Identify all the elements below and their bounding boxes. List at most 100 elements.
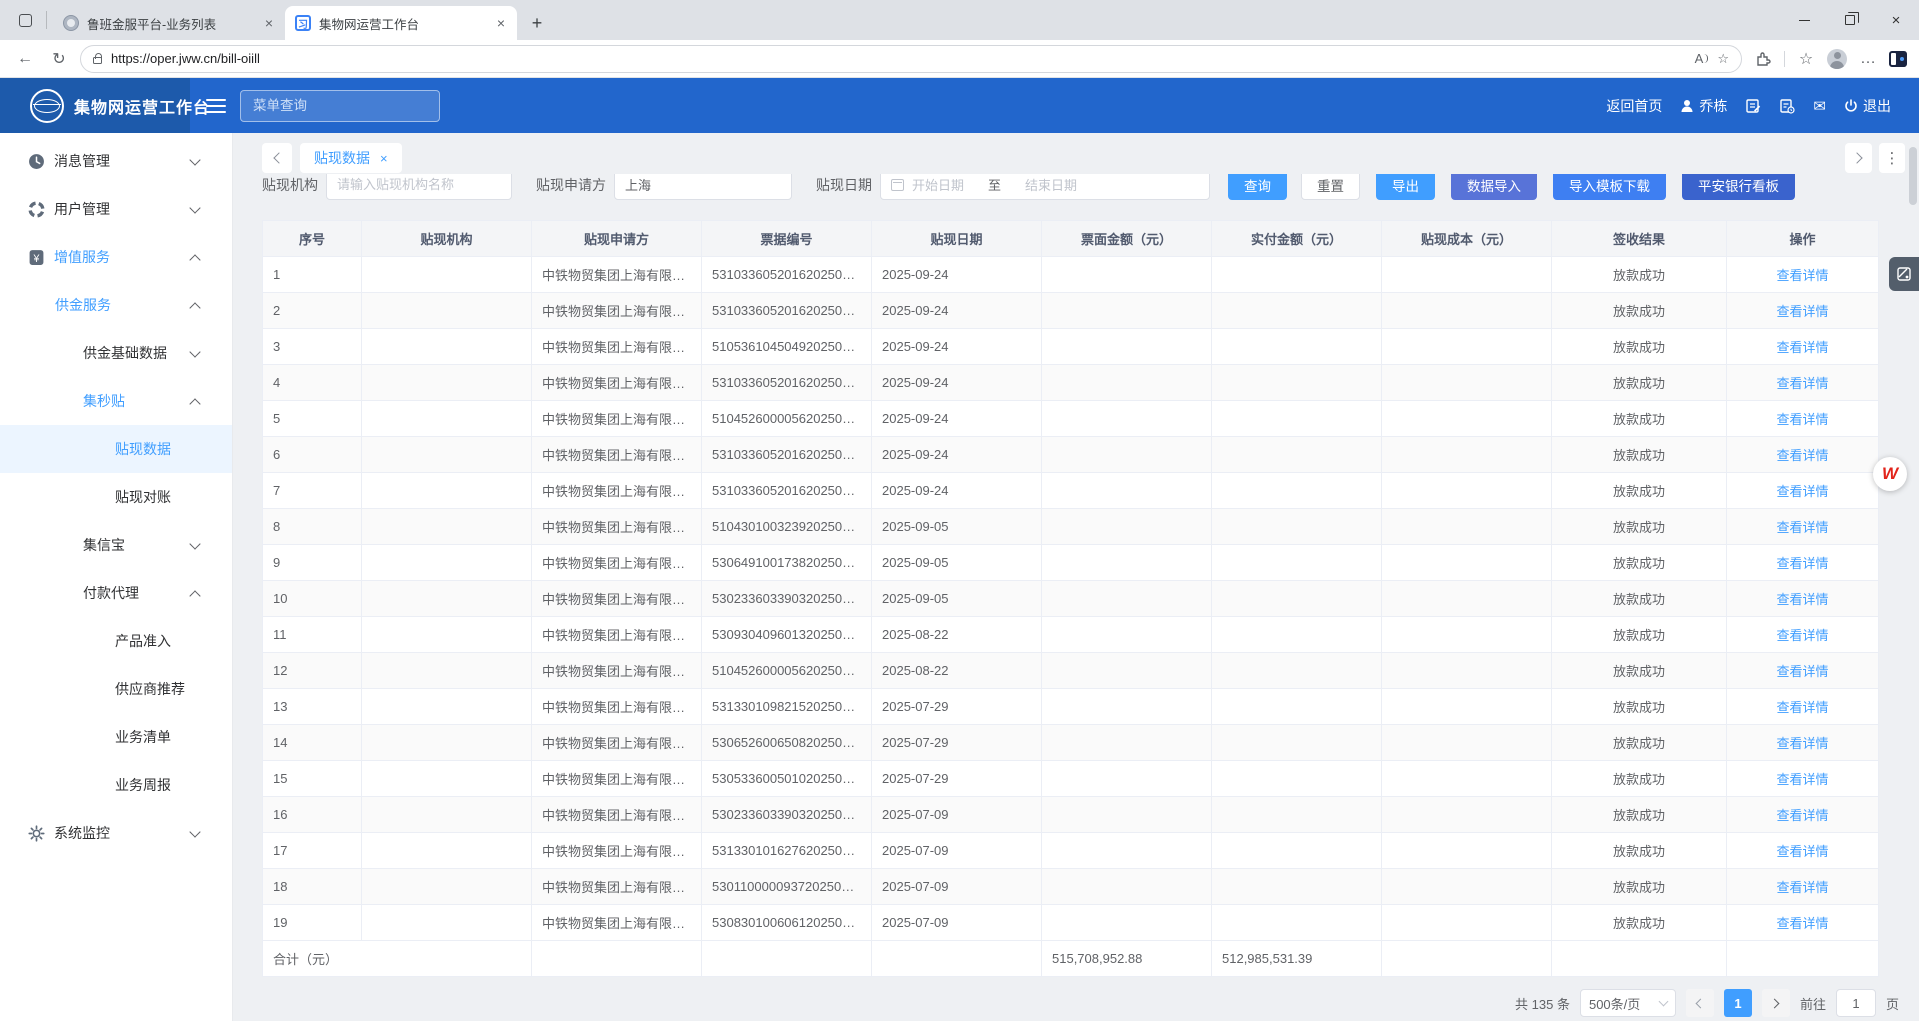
data-import-button[interactable]: 数据导入 (1451, 174, 1537, 200)
page-1-button[interactable]: 1 (1724, 989, 1752, 1017)
view-detail-link[interactable]: 查看详情 (1776, 340, 1828, 355)
workspace-tab-close-icon[interactable]: × (380, 151, 388, 166)
view-detail-link[interactable]: 查看详情 (1776, 268, 1828, 283)
doc-clock-icon[interactable] (1779, 98, 1795, 114)
read-aloud-icon[interactable]: A (1695, 51, 1709, 66)
view-detail-link[interactable]: 查看详情 (1776, 520, 1828, 535)
sidebar-item-4[interactable]: 供金服务 (0, 281, 232, 329)
back-button[interactable]: ← (12, 46, 38, 72)
date-range-picker[interactable]: 开始日期 至 结束日期 (880, 174, 1210, 200)
window-close-button[interactable]: × (1873, 0, 1919, 40)
tab-close-icon[interactable]: × (263, 15, 275, 31)
new-tab-button[interactable]: + (523, 9, 551, 37)
menu-search-input[interactable] (241, 98, 440, 113)
cell-org (362, 905, 532, 941)
sidebar-item-3[interactable]: ¥ 增值服务 (0, 233, 232, 281)
cell-index: 10 (263, 581, 362, 617)
tab-scroll-left-button[interactable] (262, 143, 292, 173)
profile-avatar[interactable] (1827, 49, 1847, 69)
refresh-button[interactable]: ↻ (46, 46, 72, 72)
cell-cost (1382, 329, 1552, 365)
power-icon (1844, 99, 1858, 113)
goto-page-input[interactable] (1836, 989, 1876, 1017)
sidebar-item-2[interactable]: 用户管理 (0, 185, 232, 233)
sidebar-item-9[interactable]: 集信宝 (0, 521, 232, 569)
view-detail-link[interactable]: 查看详情 (1776, 592, 1828, 607)
mail-icon[interactable]: ✉ (1813, 97, 1826, 115)
import-template-download-button[interactable]: 导入模板下载 (1553, 174, 1666, 200)
tab-close-icon[interactable]: × (495, 15, 507, 31)
doc-edit-icon[interactable] (1745, 98, 1761, 114)
sidebar-item-5[interactable]: 供金基础数据 (0, 329, 232, 377)
view-detail-link[interactable]: 查看详情 (1776, 556, 1828, 571)
next-page-button[interactable] (1762, 989, 1790, 1017)
cell-paid-amount (1212, 365, 1382, 401)
sidebar-item-15[interactable]: 系统监控 (0, 809, 232, 857)
org-filter-input[interactable] (326, 174, 512, 200)
view-detail-link[interactable]: 查看详情 (1776, 664, 1828, 679)
view-detail-link[interactable]: 查看详情 (1776, 916, 1828, 931)
view-detail-link[interactable]: 查看详情 (1776, 736, 1828, 751)
view-detail-link[interactable]: 查看详情 (1776, 304, 1828, 319)
table-row: 7 中铁物贸集团上海有限公司 531033605201620250911... … (263, 473, 1879, 509)
chevron-icon (189, 254, 200, 265)
sidebar-item-6[interactable]: 集秒贴 (0, 377, 232, 425)
favorite-star-icon[interactable]: ☆ (1717, 51, 1729, 67)
hamburger-menu-icon[interactable] (206, 95, 226, 117)
view-detail-link[interactable]: 查看详情 (1776, 772, 1828, 787)
sidebar-item-7[interactable]: 贴现数据 (0, 425, 232, 473)
view-detail-link[interactable]: 查看详情 (1776, 700, 1828, 715)
tab-options-button[interactable]: ⋮ (1879, 143, 1905, 173)
favorites-bar-icon[interactable]: ☆ (1793, 46, 1819, 72)
search-button[interactable]: 查询 (1228, 174, 1287, 200)
date-filter-label: 贴现日期 (816, 175, 872, 195)
browser-tab-luban[interactable]: 鲁班金服平台-业务列表 × (53, 6, 285, 40)
sidebar-item-12[interactable]: 供应商推荐 (0, 665, 232, 713)
view-detail-link[interactable]: 查看详情 (1776, 448, 1828, 463)
view-detail-link[interactable]: 查看详情 (1776, 844, 1828, 859)
address-bar[interactable]: https://oper.jww.cn/bill-oiill A ☆ (80, 45, 1742, 73)
view-detail-link[interactable]: 查看详情 (1776, 628, 1828, 643)
sidebar-item-8[interactable]: 贴现对账 (0, 473, 232, 521)
extensions-icon[interactable] (1750, 46, 1776, 72)
cell-index: 5 (263, 401, 362, 437)
view-detail-link[interactable]: 查看详情 (1776, 484, 1828, 499)
sidebar-item-1[interactable]: 消息管理 (0, 137, 232, 185)
sidebar-item-10[interactable]: 付款代理 (0, 569, 232, 617)
theme-panel-button[interactable] (1889, 257, 1919, 291)
page-size-select[interactable]: 500条/页 (1580, 989, 1676, 1017)
minimize-button[interactable] (1781, 0, 1827, 40)
view-detail-link[interactable]: 查看详情 (1776, 412, 1828, 427)
user-menu[interactable]: 乔栋 (1680, 96, 1727, 116)
view-detail-link[interactable]: 查看详情 (1776, 376, 1828, 391)
more-menu-icon[interactable]: … (1855, 46, 1881, 72)
maximize-button[interactable] (1827, 0, 1873, 40)
sidebar-item-13[interactable]: 业务清单 (0, 713, 232, 761)
workspace-tab-discount-data[interactable]: 贴现数据 × (300, 143, 402, 173)
cell-face-amount (1042, 473, 1212, 509)
applicant-filter-input[interactable] (614, 174, 792, 200)
applicant-filter-label: 贴现申请方 (536, 175, 606, 195)
home-link[interactable]: 返回首页 (1606, 96, 1662, 116)
prev-page-button[interactable] (1686, 989, 1714, 1017)
jiwu-favicon: 习 (295, 15, 311, 31)
pingan-bank-board-button[interactable]: 平安银行看板 (1682, 174, 1795, 200)
chevron-icon (189, 202, 200, 213)
chevron-right-icon (1770, 998, 1780, 1008)
logo-block: 集物网运营工作台 (0, 78, 190, 133)
reset-button[interactable]: 重置 (1301, 174, 1360, 200)
tab-scroll-right-button[interactable] (1845, 143, 1872, 173)
cell-index: 3 (263, 329, 362, 365)
scrollbar-thumb[interactable] (1909, 147, 1917, 205)
url-text[interactable]: https://oper.jww.cn/bill-oiill (111, 51, 1686, 66)
sidebar-item-11[interactable]: 产品准入 (0, 617, 232, 665)
tab-actions-button[interactable] (10, 7, 40, 33)
floating-watermark-badge[interactable]: W (1873, 457, 1907, 491)
sidebar-item-14[interactable]: 业务周报 (0, 761, 232, 809)
view-detail-link[interactable]: 查看详情 (1776, 808, 1828, 823)
edge-sidebar-icon[interactable] (1889, 51, 1907, 67)
view-detail-link[interactable]: 查看详情 (1776, 880, 1828, 895)
browser-tab-jiwu[interactable]: 习 集物网运营工作台 × (285, 6, 517, 40)
logout-button[interactable]: 退出 (1844, 96, 1891, 116)
export-button[interactable]: 导出 (1376, 174, 1435, 200)
